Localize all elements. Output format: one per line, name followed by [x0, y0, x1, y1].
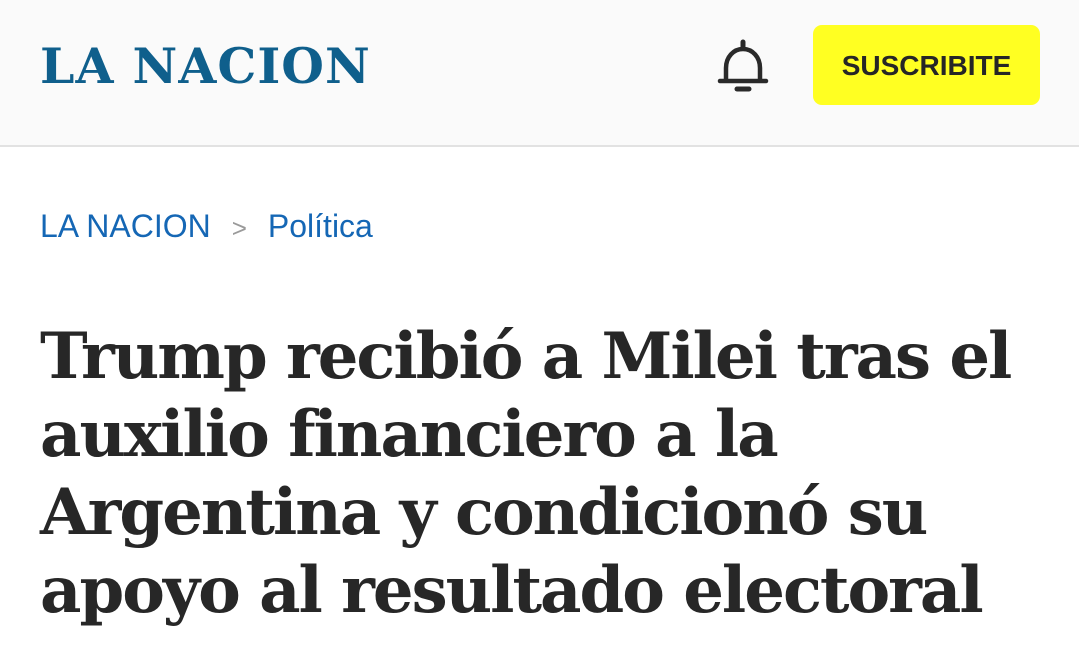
breadcrumb-section-link[interactable]: Política	[268, 208, 373, 244]
subscribe-button[interactable]: SUSCRIBITE	[813, 25, 1040, 105]
breadcrumb-home-link[interactable]: LA NACION	[40, 208, 211, 244]
site-logo[interactable]: LA NACION	[40, 36, 371, 96]
top-header: LA NACION SUSCRIBITE	[0, 0, 1079, 147]
bell-icon[interactable]	[714, 38, 772, 96]
article-headline: Trump recibió a Milei tras el auxilio fi…	[40, 319, 1012, 628]
breadcrumb: LA NACION > Política	[40, 204, 373, 248]
breadcrumb-separator: >	[231, 213, 247, 243]
